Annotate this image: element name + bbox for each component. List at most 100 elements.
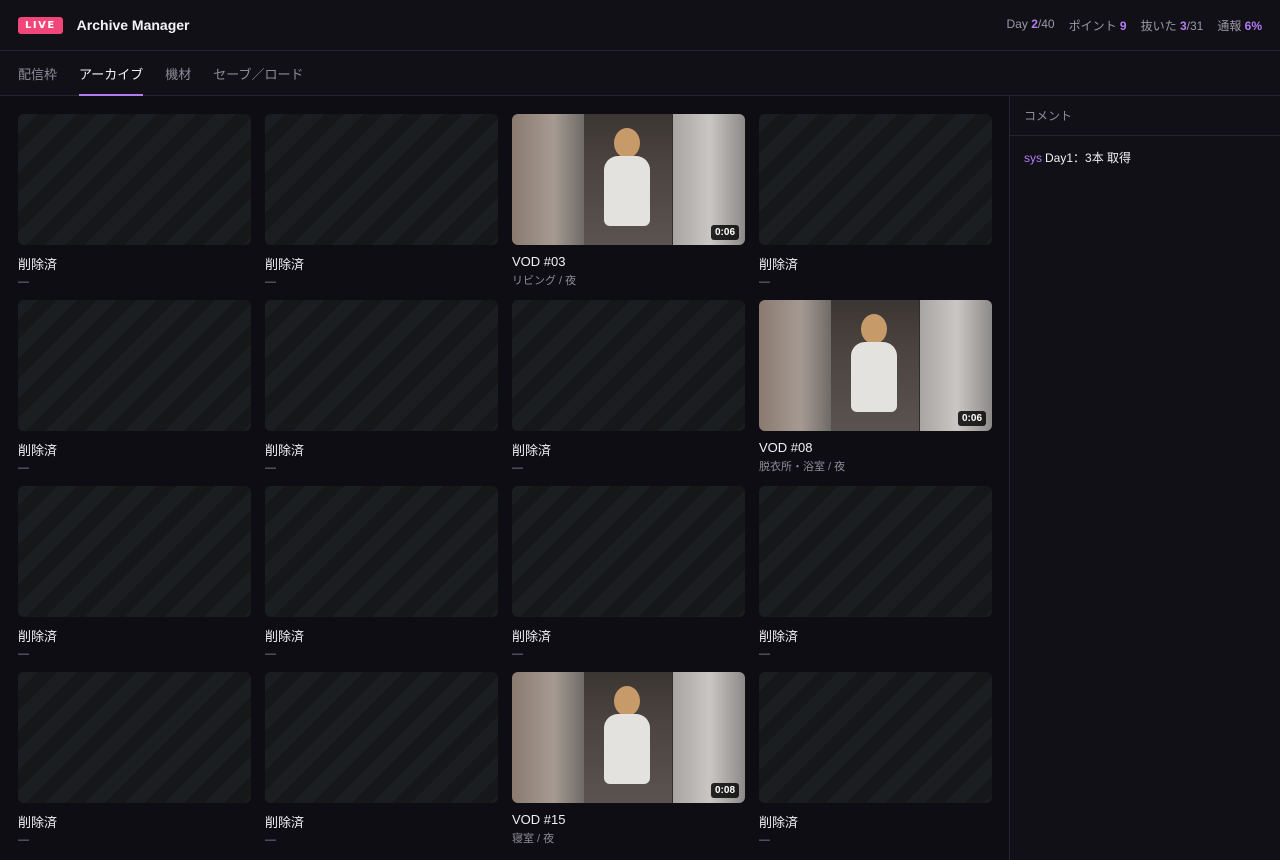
deleted-thumbnail[interactable] bbox=[512, 486, 745, 617]
comment-header: コメント bbox=[1010, 96, 1280, 136]
card-subtitle: — bbox=[265, 648, 276, 660]
card-subtitle: — bbox=[265, 462, 276, 474]
card-subtitle: — bbox=[18, 276, 29, 288]
duration-badge: 0:08 bbox=[710, 783, 739, 798]
deleted-thumbnail[interactable] bbox=[265, 300, 498, 431]
archive-card[interactable]: 削除済 — bbox=[759, 486, 992, 672]
archive-card[interactable]: 0:06 VOD #03 リビング / 夜 bbox=[512, 114, 745, 300]
tab-0[interactable]: 配信枠 bbox=[18, 51, 57, 95]
archive-grid: 削除済 — 削除済 —0:06 VOD #03 リビング / 夜削除済 — 削除済 — 削除済 — 削… bbox=[18, 114, 1009, 858]
deleted-thumbnail[interactable] bbox=[759, 672, 992, 803]
card-subtitle: — bbox=[512, 462, 523, 474]
card-subtitle: — bbox=[759, 834, 770, 846]
app-title: Archive Manager bbox=[76, 17, 190, 33]
archive-panel: 削除済 — 削除済 —0:06 VOD #03 リビング / 夜削除済 — 削除済 — 削除済 — 削… bbox=[0, 96, 1009, 860]
deleted-thumbnail[interactable] bbox=[759, 486, 992, 617]
card-subtitle: — bbox=[265, 276, 276, 288]
stat-item: ポイント 9 bbox=[1069, 17, 1127, 34]
deleted-thumbnail[interactable] bbox=[512, 300, 745, 431]
figure-head bbox=[614, 128, 640, 158]
card-subtitle: — bbox=[265, 834, 276, 846]
stat-item: 抜いた 3/31 bbox=[1141, 17, 1204, 34]
stat-label: Day bbox=[1006, 16, 1032, 31]
archive-card[interactable]: 削除済 — bbox=[18, 672, 251, 858]
card-title: 削除済 bbox=[512, 443, 552, 458]
video-thumbnail[interactable]: 0:06 bbox=[759, 300, 992, 431]
tab-1[interactable]: アーカイブ bbox=[79, 51, 144, 96]
deleted-thumbnail[interactable] bbox=[265, 672, 498, 803]
figure-body bbox=[604, 156, 650, 226]
card-title: 削除済 bbox=[759, 815, 799, 830]
archive-card[interactable]: 0:06 VOD #08 脱衣所・浴室 / 夜 bbox=[759, 300, 992, 486]
deleted-thumbnail[interactable] bbox=[18, 114, 251, 245]
figure-body bbox=[604, 714, 650, 784]
comment-list: sys Day1：3本 取得 bbox=[1010, 136, 1280, 179]
card-title: 削除済 bbox=[512, 629, 552, 644]
stat-value: 2 bbox=[1031, 16, 1038, 31]
card-subtitle: — bbox=[18, 462, 29, 474]
tab-bar: 配信枠 アーカイブ 機材 セーブ／ロード bbox=[0, 51, 1280, 96]
stat-label: ポイント bbox=[1068, 18, 1120, 33]
archive-card[interactable]: 削除済 — bbox=[18, 300, 251, 486]
deleted-thumbnail[interactable] bbox=[18, 486, 251, 617]
card-subtitle: — bbox=[18, 834, 29, 846]
comment-item: sys Day1：3本 取得 bbox=[1010, 136, 1280, 179]
stat-value: 3 bbox=[1179, 18, 1187, 33]
archive-card[interactable]: 削除済 — bbox=[265, 114, 498, 300]
video-thumbnail[interactable]: 0:08 bbox=[512, 672, 745, 803]
stat-value: 9 bbox=[1119, 18, 1127, 33]
thumbnail-figure bbox=[584, 672, 672, 803]
deleted-thumbnail[interactable] bbox=[265, 114, 498, 245]
card-subtitle: — bbox=[512, 648, 523, 660]
app-header: LIVE Archive Manager Day 2/40 ポイント 9 抜いた 3… bbox=[0, 0, 1280, 51]
duration-badge: 0:06 bbox=[957, 411, 986, 426]
card-title: VOD #15 bbox=[512, 812, 566, 827]
comment-author: sys bbox=[1024, 151, 1042, 165]
stat-suffix: /31 bbox=[1186, 18, 1204, 33]
card-subtitle: 脱衣所・浴室 / 夜 bbox=[759, 461, 846, 473]
archive-card[interactable]: 削除済 — bbox=[18, 486, 251, 672]
card-subtitle: 寝室 / 夜 bbox=[512, 833, 555, 845]
figure-head bbox=[614, 686, 640, 716]
archive-card[interactable]: 削除済 — bbox=[265, 300, 498, 486]
archive-card[interactable]: 削除済 — bbox=[265, 672, 498, 858]
stat-value: 6% bbox=[1244, 18, 1262, 33]
video-thumbnail[interactable]: 0:06 bbox=[512, 114, 745, 245]
deleted-thumbnail[interactable] bbox=[759, 114, 992, 245]
archive-card[interactable]: 削除済 — bbox=[512, 300, 745, 486]
comment-text: Day1：3本 取得 bbox=[1045, 151, 1132, 165]
duration-badge: 0:06 bbox=[710, 225, 739, 240]
stats-bar: Day 2/40 ポイント 9 抜いた 3/31 通報 6% bbox=[1007, 17, 1263, 34]
thumbnail-figure bbox=[584, 114, 672, 245]
card-subtitle: — bbox=[759, 648, 770, 660]
archive-card[interactable]: 0:08 VOD #15 寝室 / 夜 bbox=[512, 672, 745, 858]
card-subtitle: — bbox=[759, 276, 770, 288]
card-title: VOD #03 bbox=[512, 254, 566, 269]
card-title: 削除済 bbox=[759, 257, 799, 272]
card-title: 削除済 bbox=[265, 257, 305, 272]
card-title: 削除済 bbox=[265, 629, 305, 644]
stat-label: 抜いた bbox=[1140, 18, 1180, 33]
archive-card[interactable]: 削除済 — bbox=[759, 114, 992, 300]
deleted-thumbnail[interactable] bbox=[18, 672, 251, 803]
archive-card[interactable]: 削除済 — bbox=[759, 672, 992, 858]
stat-suffix: /40 bbox=[1037, 16, 1055, 31]
archive-card[interactable]: 削除済 — bbox=[512, 486, 745, 672]
figure-body bbox=[851, 342, 897, 412]
tab-3[interactable]: セーブ／ロード bbox=[213, 51, 303, 95]
card-title: 削除済 bbox=[18, 257, 58, 272]
card-subtitle: リビング / 夜 bbox=[512, 275, 577, 287]
card-subtitle: — bbox=[18, 648, 29, 660]
archive-card[interactable]: 削除済 — bbox=[265, 486, 498, 672]
card-title: 削除済 bbox=[18, 815, 58, 830]
stat-label: 通報 bbox=[1217, 18, 1245, 33]
tab-2[interactable]: 機材 bbox=[165, 51, 191, 95]
archive-card[interactable]: 削除済 — bbox=[18, 114, 251, 300]
live-badge: LIVE bbox=[18, 16, 63, 34]
deleted-thumbnail[interactable] bbox=[265, 486, 498, 617]
deleted-thumbnail[interactable] bbox=[18, 300, 251, 431]
card-title: 削除済 bbox=[18, 629, 58, 644]
card-title: VOD #08 bbox=[759, 440, 813, 455]
thumbnail-figure bbox=[831, 300, 919, 431]
stat-item: Day 2/40 bbox=[1007, 17, 1055, 34]
